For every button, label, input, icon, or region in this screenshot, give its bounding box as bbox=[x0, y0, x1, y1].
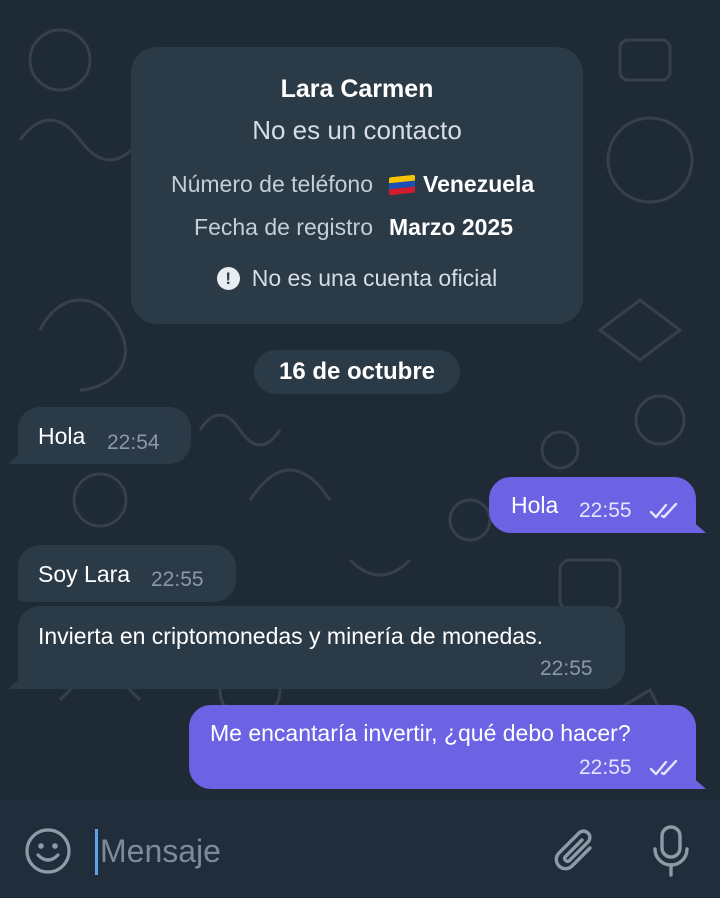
paperclip-icon[interactable] bbox=[552, 826, 598, 876]
microphone-icon[interactable] bbox=[650, 824, 692, 878]
message-text: Hola bbox=[38, 423, 86, 449]
info-exclamation-icon: ! bbox=[216, 267, 240, 290]
phone-label: Número de teléfono bbox=[170, 171, 373, 197]
double-check-icon bbox=[649, 759, 678, 776]
text-cursor bbox=[95, 829, 98, 875]
chat-area[interactable]: Lara Carmen No es un contacto Número de … bbox=[0, 0, 720, 800]
warning-text: No es una cuenta oficial bbox=[251, 265, 498, 291]
message-time: 22:55 bbox=[579, 756, 632, 779]
message-time: 22:54 bbox=[107, 431, 160, 454]
contact-info-card: Lara Carmen No es un contacto Número de … bbox=[131, 47, 583, 324]
phone-country: Venezuela bbox=[423, 171, 535, 197]
message-text: Invierta en criptomonedas y minería de m… bbox=[38, 623, 543, 649]
unofficial-account-warning: ! No es una cuenta oficial bbox=[131, 265, 583, 292]
contact-name: Lara Carmen bbox=[280, 75, 434, 103]
double-check-icon bbox=[649, 502, 678, 519]
message-bubble-outgoing[interactable]: Me encantaría invertir, ¿qué debo hacer?… bbox=[189, 705, 706, 789]
message-time: 22:55 bbox=[151, 568, 204, 591]
contact-status: No es un contacto bbox=[252, 115, 462, 145]
message-bubble-incoming[interactable]: Invierta en criptomonedas y minería de m… bbox=[8, 606, 625, 689]
registration-value: Marzo 2025 bbox=[389, 214, 514, 240]
emoji-icon[interactable] bbox=[24, 827, 72, 875]
phone-value: Venezuela bbox=[389, 171, 534, 198]
message-input[interactable]: Mensaje bbox=[100, 828, 520, 874]
message-bubble-outgoing[interactable]: Hola 22:55 bbox=[489, 477, 706, 533]
message-time: 22:55 bbox=[579, 499, 632, 522]
message-text: Soy Lara bbox=[38, 561, 131, 587]
registration-row: Fecha de registro Marzo 2025 bbox=[131, 214, 583, 241]
message-text: Hola bbox=[511, 492, 559, 518]
venezuela-flag-icon bbox=[389, 174, 415, 195]
phone-row: Número de teléfono Venezuela bbox=[131, 171, 583, 198]
registration-label: Fecha de registro bbox=[194, 214, 373, 240]
message-time: 22:55 bbox=[540, 657, 593, 680]
message-text: Me encantaría invertir, ¿qué debo hacer? bbox=[210, 720, 631, 746]
date-separator: 16 de octubre bbox=[254, 350, 460, 394]
message-bubble-incoming[interactable]: Hola 22:54 bbox=[8, 407, 191, 464]
message-bubble-incoming[interactable]: Soy Lara 22:55 bbox=[18, 545, 236, 602]
